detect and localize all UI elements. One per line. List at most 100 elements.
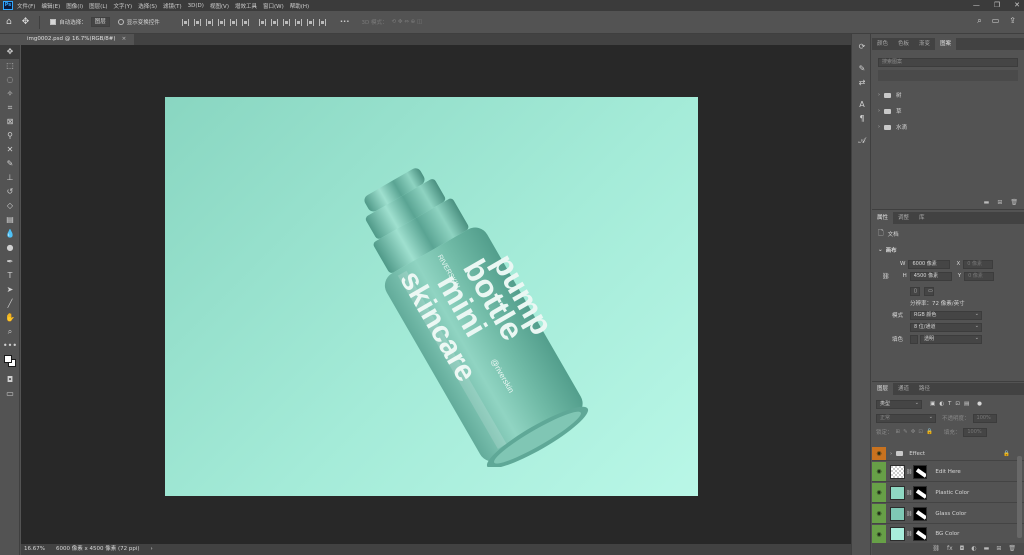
align-middle-icon[interactable] bbox=[229, 18, 237, 26]
folder-row-grass[interactable]: › 草 bbox=[872, 103, 1024, 119]
status-arrow-button[interactable]: › bbox=[151, 544, 153, 555]
bit-depth-dropdown[interactable]: 8 位/通道 bbox=[910, 322, 982, 332]
tab-layers[interactable]: 图层 bbox=[872, 383, 894, 395]
type-tool-icon[interactable]: T bbox=[0, 269, 20, 283]
eraser-tool-icon[interactable]: ◇ bbox=[0, 199, 20, 213]
align-top-icon[interactable] bbox=[217, 18, 225, 26]
tab-gradients[interactable]: 渐变 bbox=[914, 38, 935, 50]
eyedropper-tool-icon[interactable]: ⚲ bbox=[0, 129, 20, 143]
home-icon[interactable]: ⌂ bbox=[6, 17, 12, 27]
line-tool-icon[interactable]: ╱ bbox=[0, 297, 20, 311]
blur-tool-icon[interactable]: 💧 bbox=[0, 227, 20, 241]
distribute-right-icon[interactable] bbox=[282, 18, 290, 26]
tab-patterns[interactable]: 图案 bbox=[935, 38, 957, 50]
layer-filter-dropdown[interactable]: 类型 bbox=[876, 399, 922, 409]
tab-paths[interactable]: 路径 bbox=[914, 383, 935, 395]
delete-layer-icon[interactable]: 🗑 bbox=[1008, 543, 1016, 555]
artboard[interactable]: skincare mini bottle pump RIVERSKIN @riv… bbox=[165, 97, 698, 496]
fill-color-swatch[interactable] bbox=[910, 334, 918, 344]
layer-row-glass-color[interactable]: ◉ ⛓ Glass Color bbox=[872, 504, 1024, 524]
quick-mask-icon[interactable]: ◘ bbox=[0, 373, 20, 387]
x-field[interactable]: 0 像素 bbox=[963, 259, 994, 269]
minimize-button[interactable]: — bbox=[973, 0, 980, 11]
dodge-tool-icon[interactable]: ● bbox=[0, 241, 20, 255]
history-icon[interactable]: ⟳ bbox=[852, 40, 872, 54]
layer-row-edit-here[interactable]: ◉ ⛓ Edit Here bbox=[872, 462, 1024, 482]
distribute-left-icon[interactable] bbox=[258, 18, 266, 26]
tab-adjustments[interactable]: 调整 bbox=[893, 212, 914, 224]
mode-dropdown[interactable]: RGB 颜色 bbox=[910, 310, 982, 320]
visibility-eye-icon[interactable]: ◉ bbox=[872, 483, 886, 502]
frame-tool-icon[interactable]: ⊠ bbox=[0, 115, 20, 129]
menu-3d[interactable]: 3D(D) bbox=[188, 3, 204, 9]
healing-tool-icon[interactable]: ✕ bbox=[0, 143, 20, 157]
folder-row-tree[interactable]: › 树 bbox=[872, 87, 1024, 103]
layer-style-icon[interactable]: fx bbox=[947, 543, 953, 555]
chevron-right-icon[interactable]: › bbox=[878, 92, 880, 98]
foreground-color-swatch[interactable] bbox=[4, 355, 12, 363]
canvas-section[interactable]: ⌄ 画布 bbox=[872, 244, 1024, 256]
new-group-icon[interactable]: ▬ bbox=[984, 543, 990, 555]
align-left-icon[interactable] bbox=[181, 18, 189, 26]
layers-scrollbar[interactable] bbox=[1017, 456, 1022, 538]
lasso-tool-icon[interactable]: ◌ bbox=[0, 73, 20, 87]
menu-window[interactable]: 窗口(W) bbox=[263, 2, 284, 10]
fill-opacity-field[interactable]: 100% bbox=[963, 427, 988, 437]
zoom-tool-icon[interactable]: ⌕ bbox=[0, 325, 20, 339]
distribute-middle-icon[interactable] bbox=[306, 18, 314, 26]
zoom-level[interactable]: 16.67% bbox=[24, 544, 45, 555]
chevron-right-icon[interactable]: › bbox=[890, 451, 892, 457]
auto-select-dropdown[interactable]: 图层 bbox=[90, 17, 110, 27]
filter-toggle-icon[interactable]: ● bbox=[977, 401, 982, 407]
crop-tool-icon[interactable]: ⌗ bbox=[0, 101, 20, 115]
lock-icons[interactable]: ⊞✎✥⊡🔒 bbox=[896, 429, 936, 435]
move-tool-preset-icon[interactable]: ✥ bbox=[22, 17, 30, 27]
landscape-icon[interactable]: ▭ bbox=[924, 286, 934, 296]
new-folder-icon[interactable]: ▬ bbox=[984, 199, 990, 206]
tab-swatches[interactable]: 色板 bbox=[893, 38, 914, 50]
distribute-bottom-icon[interactable] bbox=[318, 18, 326, 26]
gradient-tool-icon[interactable]: ▤ bbox=[0, 213, 20, 227]
blend-mode-dropdown[interactable]: 正常 bbox=[876, 413, 936, 423]
new-layer-icon[interactable]: ⊞ bbox=[996, 543, 1001, 555]
delete-icon[interactable]: 🗑 bbox=[1010, 199, 1018, 206]
tab-channels[interactable]: 通道 bbox=[893, 383, 914, 395]
adjustment-layer-icon[interactable]: ◐ bbox=[971, 543, 976, 555]
close-button[interactable]: ✕ bbox=[1014, 0, 1020, 11]
portrait-icon[interactable]: ▯ bbox=[910, 286, 920, 296]
pattern-search-input[interactable]: 搜索图案 bbox=[878, 58, 1018, 67]
visibility-eye-icon[interactable]: ◉ bbox=[872, 525, 886, 543]
menu-view[interactable]: 视图(V) bbox=[210, 2, 229, 10]
document-tab[interactable]: img0002.psd @ 16.7%(RGB/8#) × bbox=[21, 34, 135, 45]
path-selection-tool-icon[interactable]: ➤ bbox=[0, 283, 20, 297]
share-icon[interactable]: ⇪ bbox=[1009, 16, 1016, 26]
add-mask-icon[interactable]: ◘ bbox=[960, 543, 965, 555]
menu-type[interactable]: 文字(Y) bbox=[114, 2, 133, 10]
show-transform-checkbox[interactable] bbox=[117, 19, 124, 25]
restore-button[interactable]: ❐ bbox=[994, 0, 1000, 11]
color-swatches[interactable] bbox=[0, 353, 20, 373]
layer-filter-icons[interactable]: ▣◐T⊡▤ bbox=[930, 401, 973, 407]
link-layers-icon[interactable]: ⛓ bbox=[932, 543, 940, 555]
visibility-eye-icon[interactable]: ◉ bbox=[872, 504, 886, 523]
brush-settings-icon[interactable]: ✎ bbox=[852, 62, 872, 76]
align-bottom-icon[interactable] bbox=[241, 18, 249, 26]
layer-row-plastic-color[interactable]: ◉ ⛓ Plastic Color bbox=[872, 483, 1024, 503]
chevron-right-icon[interactable]: › bbox=[878, 108, 880, 114]
menu-select[interactable]: 选择(S) bbox=[138, 2, 157, 10]
link-icon[interactable]: ⛓ bbox=[882, 273, 890, 280]
align-right-icon[interactable] bbox=[205, 18, 213, 26]
glyphs-icon[interactable]: 𝒜 bbox=[852, 134, 872, 148]
more-options-button[interactable]: ••• bbox=[340, 19, 350, 25]
fill-dropdown[interactable]: 透明 bbox=[920, 334, 982, 344]
menu-plugins[interactable]: 增效工具 bbox=[235, 2, 257, 10]
visibility-eye-icon[interactable]: ◉ bbox=[872, 447, 886, 460]
workspace-icon[interactable]: ▭ bbox=[992, 16, 1000, 26]
y-field[interactable]: 0 像素 bbox=[964, 271, 995, 281]
chevron-down-icon[interactable]: ⌄ bbox=[878, 247, 883, 253]
pen-tool-icon[interactable]: ✒ bbox=[0, 255, 20, 269]
distribute-center-icon[interactable] bbox=[270, 18, 278, 26]
menu-filter[interactable]: 滤镜(T) bbox=[163, 2, 182, 10]
visibility-eye-icon[interactable]: ◉ bbox=[872, 462, 886, 481]
layer-row-effect[interactable]: ◉ › Effect 🔒 bbox=[872, 447, 1024, 461]
